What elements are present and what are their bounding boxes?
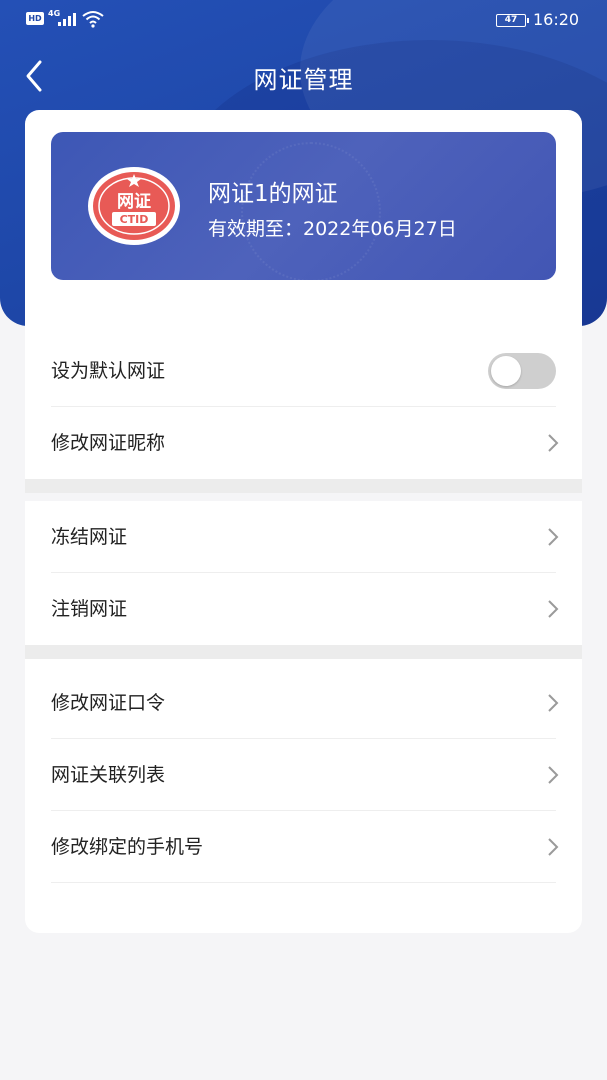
- signal-icon: [58, 12, 78, 26]
- toggle-knob: [491, 356, 521, 386]
- change-password-label: 修改网证口令: [51, 692, 166, 714]
- cancel-certificate-label: 注销网证: [51, 598, 128, 620]
- rename-certificate-label: 修改网证昵称: [51, 432, 166, 454]
- rename-certificate-row[interactable]: 修改网证昵称: [25, 407, 582, 479]
- section-gap: [25, 479, 582, 493]
- cancel-certificate-row[interactable]: 注销网证: [25, 573, 582, 645]
- status-time: 16:20: [533, 10, 580, 29]
- freeze-certificate-row[interactable]: 冻结网证: [25, 501, 582, 573]
- battery-icon: 47: [496, 14, 529, 27]
- chevron-right-icon: [548, 766, 559, 784]
- chevron-right-icon: [548, 838, 559, 856]
- freeze-certificate-label: 冻结网证: [51, 526, 128, 548]
- section-gap: [25, 645, 582, 659]
- wifi-icon: [82, 11, 104, 28]
- status-bar: HD 4G 47 16:20: [0, 0, 607, 40]
- chevron-right-icon: [548, 694, 559, 712]
- chevron-right-icon: [548, 434, 559, 452]
- association-list-row[interactable]: 网证关联列表: [25, 739, 582, 811]
- change-phone-label: 修改绑定的手机号: [51, 836, 204, 858]
- card-pattern-decoration: [241, 142, 381, 280]
- change-password-row[interactable]: 修改网证口令: [25, 667, 582, 739]
- row-divider: [51, 882, 556, 883]
- certificate-card[interactable]: 网证 CTID 网证1的网证 有效期至：2022年06月27日: [51, 132, 556, 280]
- change-phone-row[interactable]: 修改绑定的手机号: [25, 811, 582, 883]
- seal-subtext: CTID: [120, 213, 149, 226]
- default-certificate-toggle[interactable]: [488, 353, 556, 389]
- default-certificate-label: 设为默认网证: [51, 360, 166, 382]
- chevron-right-icon: [548, 528, 559, 546]
- ctid-seal-icon: 网证 CTID: [88, 167, 180, 245]
- seal-text: 网证: [117, 192, 151, 212]
- certificate-expiry: 有效期至：2022年06月27日: [208, 218, 457, 240]
- certificate-name: 网证1的网证: [208, 181, 338, 207]
- chevron-right-icon: [548, 600, 559, 618]
- hd-badge: HD: [26, 12, 44, 25]
- association-list-label: 网证关联列表: [51, 764, 166, 786]
- default-certificate-row: 设为默认网证: [25, 335, 582, 407]
- page-title: 网证管理: [253, 66, 354, 94]
